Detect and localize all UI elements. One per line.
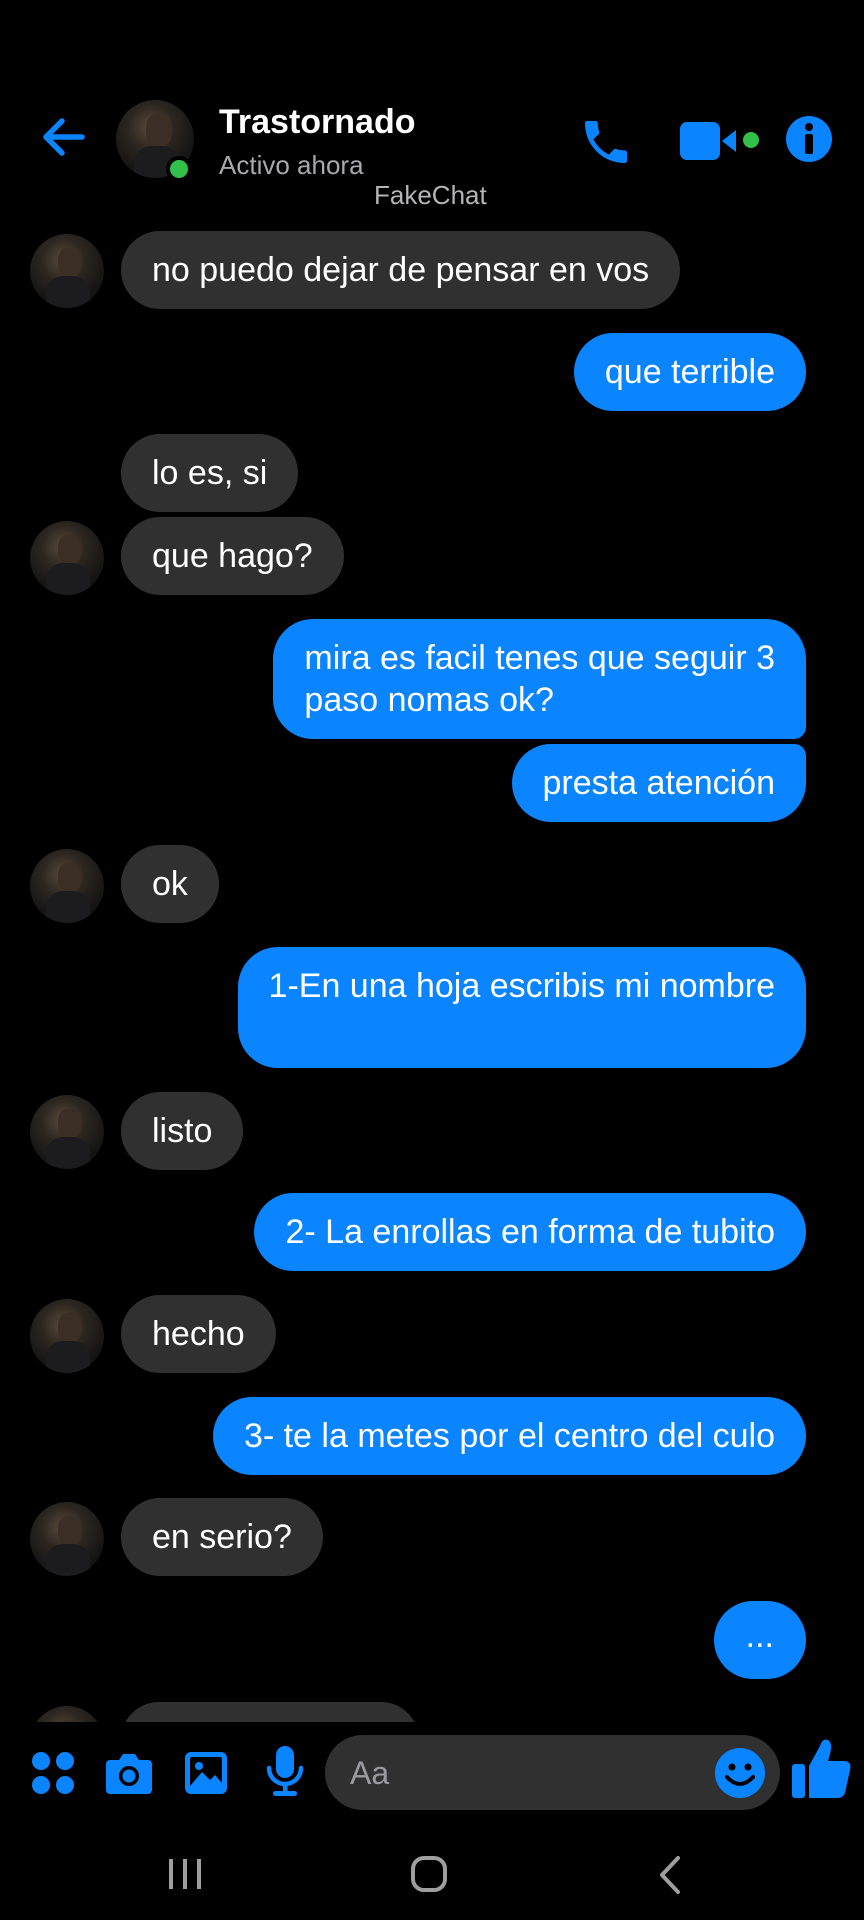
microphone-icon[interactable] [264, 1744, 306, 1798]
message-outgoing[interactable]: 3- te la metes por el centro del culo [212, 1397, 806, 1475]
message-incoming[interactable]: hecho [121, 1295, 276, 1373]
message-outgoing[interactable]: ... [713, 1601, 806, 1679]
chat-header: Trastornado Activo ahora FakeChat [0, 0, 864, 215]
message-incoming-partial [121, 1702, 419, 1722]
message-input-placeholder: Aa [350, 1755, 390, 1791]
message-list[interactable]: no puedo dejar de pensar en vos que terr… [0, 0, 864, 1722]
recent-apps-icon[interactable] [166, 1857, 204, 1891]
online-indicator [166, 156, 192, 182]
like-icon[interactable] [790, 1736, 854, 1802]
contact-avatar[interactable] [30, 849, 104, 923]
phone-icon[interactable] [578, 114, 634, 170]
system-nav-bar [0, 1828, 864, 1920]
message-incoming[interactable]: lo es, si [121, 434, 299, 512]
back-nav-icon[interactable] [656, 1855, 684, 1895]
contact-avatar[interactable] [30, 1095, 104, 1169]
info-icon[interactable] [784, 114, 834, 164]
contact-avatar[interactable] [30, 521, 104, 595]
back-arrow-icon[interactable] [38, 112, 88, 162]
contact-status: Activo ahora [219, 150, 364, 180]
message-incoming[interactable]: listo [121, 1092, 244, 1170]
watermark: FakeChat [374, 180, 487, 210]
camera-icon[interactable] [104, 1750, 154, 1796]
apps-icon[interactable] [30, 1750, 76, 1796]
contact-avatar[interactable] [30, 1502, 104, 1576]
message-outgoing[interactable]: presta atención [511, 744, 806, 822]
message-incoming[interactable]: no puedo dejar de pensar en vos [121, 231, 681, 309]
message-outgoing[interactable]: mira es facil tenes que seguir 3 paso no… [273, 619, 806, 739]
home-icon[interactable] [410, 1855, 448, 1893]
message-outgoing[interactable]: que terrible [573, 333, 806, 411]
message-incoming[interactable]: en serio? [121, 1498, 323, 1576]
emoji-icon[interactable] [713, 1746, 767, 1800]
message-outgoing[interactable]: 1-En una hoja escribis mi nombre [237, 947, 806, 1068]
message-outgoing[interactable]: 2- La enrollas en forma de tubito [254, 1193, 806, 1271]
contact-name[interactable]: Trastornado [219, 103, 415, 142]
contact-avatar[interactable] [30, 234, 104, 308]
gallery-icon[interactable] [183, 1750, 229, 1796]
message-incoming[interactable]: ok [121, 845, 219, 923]
video-call-icon[interactable] [678, 118, 768, 164]
message-input[interactable] [325, 1735, 780, 1810]
contact-avatar[interactable] [30, 1299, 104, 1373]
contact-avatar [30, 1706, 104, 1722]
message-incoming[interactable]: que hago? [121, 517, 344, 595]
